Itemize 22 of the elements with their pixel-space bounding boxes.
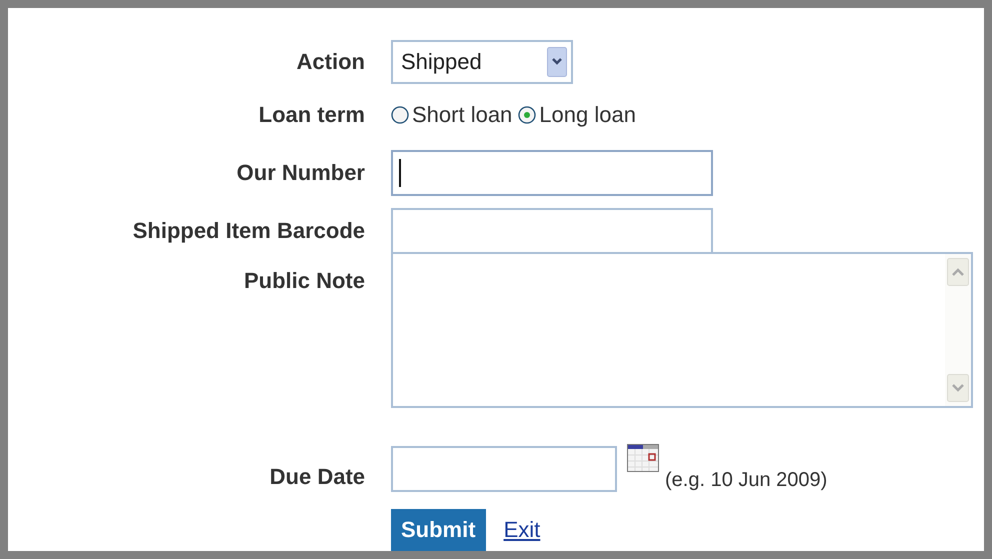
field-label: Public Note: [242, 267, 365, 295]
date-field[interactable]: [391, 446, 617, 492]
note-textarea[interactable]: [391, 252, 973, 408]
scroll-down-icon[interactable]: [947, 374, 969, 402]
calendar-icon[interactable]: [627, 444, 659, 472]
exit-link[interactable]: Exit: [504, 517, 540, 543]
field-label: Loan term: [258, 101, 365, 129]
field-label: Due Date: [268, 463, 365, 491]
field-label: Action: [296, 48, 365, 76]
scrollbar[interactable]: [945, 254, 971, 406]
radio-button-icon[interactable]: [518, 106, 536, 124]
text-field[interactable]: [391, 208, 713, 254]
radio-option[interactable]: Short loan: [391, 102, 512, 128]
radio-button-icon[interactable]: [391, 106, 409, 124]
text-field[interactable]: [391, 150, 713, 196]
scroll-up-icon[interactable]: [947, 258, 969, 286]
field-label: Our Number: [236, 159, 365, 187]
radio-option[interactable]: Long loan: [518, 102, 636, 128]
date-format-hint: (e.g. 10 Jun 2009): [665, 469, 828, 492]
field-label: Shipped Item Barcode: [132, 217, 365, 245]
action-dropdown[interactable]: Shipped: [391, 40, 573, 84]
submit-button[interactable]: Submit: [391, 509, 486, 551]
